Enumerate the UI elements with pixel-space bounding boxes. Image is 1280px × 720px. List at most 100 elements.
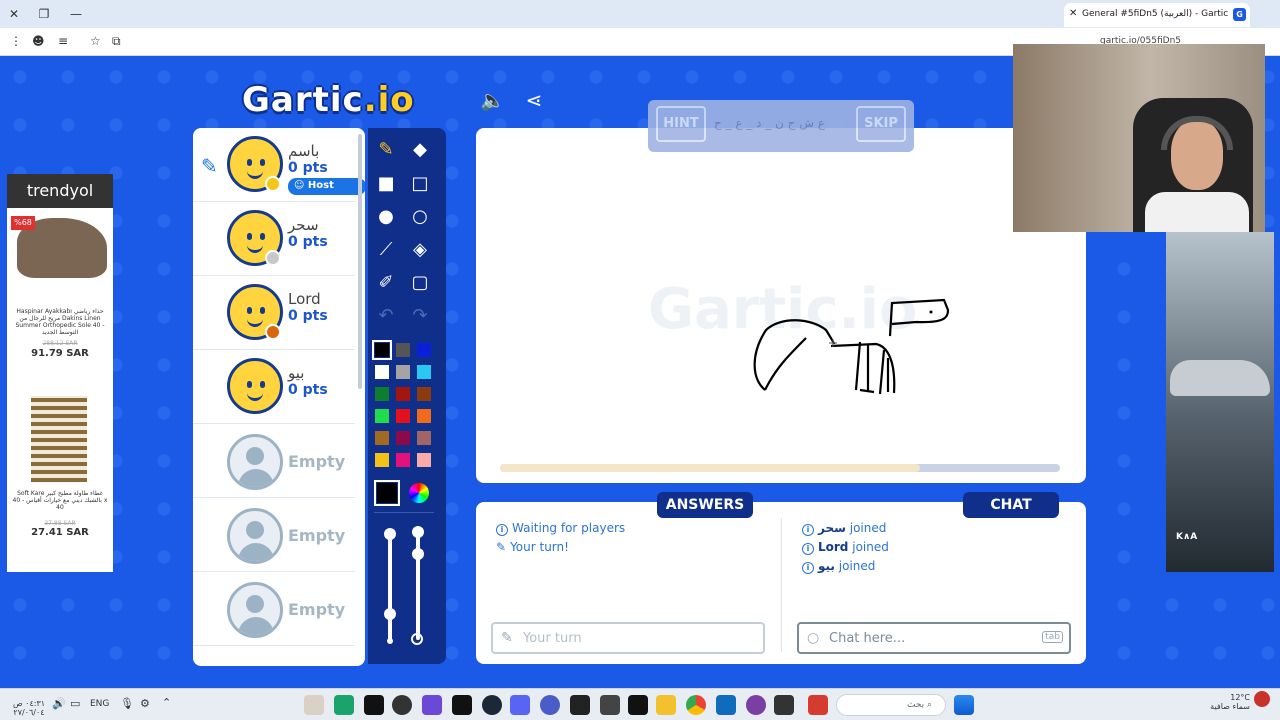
taskbar-app-icon[interactable] bbox=[774, 695, 794, 715]
restore-window-icon[interactable]: ❐ bbox=[34, 4, 54, 24]
chat-tab[interactable]: CHAT bbox=[963, 492, 1059, 518]
color-swatch[interactable] bbox=[416, 364, 432, 380]
color-swatch[interactable] bbox=[372, 340, 392, 360]
color-swatch[interactable] bbox=[395, 364, 411, 380]
taskbar-app-icon[interactable] bbox=[452, 695, 472, 715]
windows-start-icon[interactable] bbox=[954, 695, 974, 715]
timer-fill bbox=[500, 464, 920, 472]
clock[interactable]: ٠٤:٣١ ص ٢٧/٠٦/٠٤ bbox=[12, 699, 46, 717]
chat-input[interactable]: ○ Chat here... tab bbox=[797, 622, 1071, 654]
menu-dots-icon[interactable]: ⋮ bbox=[10, 34, 22, 48]
status-dot bbox=[265, 324, 281, 340]
tray-app-icon[interactable]: ⚙ bbox=[140, 697, 150, 710]
line-tool-icon[interactable]: ⟋ bbox=[372, 236, 400, 264]
color-swatch[interactable] bbox=[416, 430, 432, 446]
ad-brand: trendyol bbox=[7, 174, 113, 208]
minimize-window-icon[interactable]: — bbox=[66, 4, 86, 24]
slider-knob[interactable] bbox=[384, 528, 396, 540]
bookmark-star-icon[interactable]: ☆ bbox=[90, 34, 101, 48]
drawing-canvas[interactable]: Gartic.io bbox=[476, 128, 1086, 483]
network-icon[interactable]: ▭ bbox=[70, 697, 80, 710]
taskbar-search[interactable]: بحث ⌕ bbox=[836, 694, 946, 716]
color-swatch[interactable] bbox=[374, 452, 390, 468]
players-scrollbar[interactable] bbox=[358, 134, 362, 389]
fill-tool-icon[interactable]: ◈ bbox=[406, 236, 434, 264]
info-icon: i bbox=[802, 543, 814, 555]
drawing-svg[interactable]: Gartic.io bbox=[476, 128, 1086, 483]
gartic-logo[interactable]: Gartic.io bbox=[242, 80, 415, 120]
volume-icon[interactable]: 🔊 bbox=[52, 697, 66, 710]
color-wheel-icon[interactable] bbox=[408, 482, 430, 504]
pencil-tool-icon[interactable]: ✎ bbox=[372, 136, 400, 164]
redo-icon[interactable]: ↷ bbox=[406, 302, 434, 330]
slider-knob[interactable] bbox=[412, 526, 424, 538]
message-text: joined bbox=[849, 521, 887, 535]
color-swatch[interactable] bbox=[395, 430, 411, 446]
taskbar-app-icon[interactable] bbox=[392, 695, 412, 715]
slider-knob[interactable] bbox=[412, 548, 424, 560]
language-indicator[interactable]: ENG bbox=[90, 699, 109, 709]
filled-circle-tool-icon[interactable]: ● bbox=[372, 203, 400, 231]
taskbar-app-icon[interactable] bbox=[628, 695, 648, 715]
reading-list-icon[interactable]: ≡ bbox=[58, 34, 68, 48]
undo-icon[interactable]: ↶ bbox=[372, 302, 400, 330]
color-swatch[interactable] bbox=[395, 452, 411, 468]
color-swatch[interactable] bbox=[416, 452, 432, 468]
discord-icon[interactable] bbox=[510, 695, 530, 715]
color-swatch[interactable] bbox=[374, 430, 390, 446]
color-swatch[interactable] bbox=[374, 364, 390, 380]
color-swatch[interactable] bbox=[374, 408, 390, 424]
show-hidden-icons-icon[interactable]: ⌃ bbox=[162, 696, 171, 709]
chrome-icon[interactable] bbox=[686, 695, 706, 715]
color-swatch[interactable] bbox=[416, 342, 432, 358]
player-row[interactable]: سحر 0 pts bbox=[193, 202, 355, 276]
color-swatch[interactable] bbox=[395, 342, 411, 358]
taskbar-app-icon[interactable] bbox=[540, 695, 560, 715]
close-window-icon[interactable]: ✕ bbox=[4, 4, 24, 24]
eyedropper-tool-icon[interactable]: ✐ bbox=[372, 269, 400, 297]
answers-tab[interactable]: ANSWERS bbox=[657, 492, 753, 518]
player-row[interactable]: بيو 0 pts bbox=[193, 350, 355, 424]
color-swatch[interactable] bbox=[416, 408, 432, 424]
right-advertisement[interactable]: K∧A bbox=[1166, 232, 1274, 572]
sound-icon[interactable]: 🔈 bbox=[480, 88, 505, 112]
file-explorer-icon[interactable] bbox=[656, 695, 676, 715]
color-swatch[interactable] bbox=[374, 386, 390, 402]
tab-close-icon[interactable]: ✕ bbox=[1069, 8, 1077, 19]
profile-icon[interactable]: ☻ bbox=[32, 34, 45, 48]
player-row[interactable]: ✎ باسم 0 pts ☺ Host bbox=[193, 128, 365, 202]
taskbar-app-icon[interactable] bbox=[304, 695, 324, 715]
taskbar-app-icon[interactable] bbox=[364, 695, 384, 715]
left-advertisement[interactable]: trendyol %68 Haspinar Ayakkabı حذاء رياض… bbox=[7, 174, 113, 572]
share-icon[interactable]: ⋖ bbox=[522, 88, 546, 112]
eraser-tool-icon[interactable]: ◆ bbox=[406, 136, 434, 164]
hint-button[interactable]: HINT bbox=[656, 106, 706, 142]
skip-button[interactable]: SKIP bbox=[856, 106, 906, 142]
message-text: joined bbox=[838, 559, 876, 573]
color-swatch[interactable] bbox=[395, 408, 411, 424]
taskbar-app-icon[interactable] bbox=[808, 695, 828, 715]
color-swatch[interactable] bbox=[395, 386, 411, 402]
selected-color-swatch[interactable] bbox=[374, 480, 400, 506]
browser-tab[interactable]: ✕ General #5fiDn5 (العربية) - Gartic G bbox=[1064, 3, 1250, 27]
mic-icon[interactable]: 🎙 bbox=[120, 697, 134, 710]
clear-canvas-icon[interactable]: ▢ bbox=[406, 269, 434, 297]
taskbar-app-icon[interactable] bbox=[600, 695, 620, 715]
steam-icon[interactable] bbox=[482, 695, 502, 715]
slider-knob[interactable] bbox=[384, 608, 396, 620]
epic-games-icon[interactable] bbox=[570, 695, 590, 715]
install-app-icon[interactable]: ⧉ bbox=[112, 34, 121, 49]
color-swatch[interactable] bbox=[416, 386, 432, 402]
filled-rectangle-tool-icon[interactable]: ■ bbox=[372, 170, 400, 198]
answer-input[interactable]: ✎ Your turn bbox=[491, 622, 765, 654]
taskbar-app-icon[interactable] bbox=[334, 695, 354, 715]
outlook-icon[interactable] bbox=[716, 695, 736, 715]
taskbar-app-icon[interactable] bbox=[746, 695, 766, 715]
notification-icon[interactable] bbox=[1254, 691, 1270, 707]
weather-widget[interactable]: 12°C سماء صافية bbox=[1206, 693, 1250, 711]
player-row[interactable]: Lord 0 pts bbox=[193, 276, 355, 350]
rectangle-tool-icon[interactable]: □ bbox=[406, 170, 434, 198]
brush-size-slider[interactable] bbox=[388, 532, 392, 640]
teams-icon[interactable] bbox=[422, 695, 442, 715]
circle-tool-icon[interactable]: ○ bbox=[406, 203, 434, 231]
